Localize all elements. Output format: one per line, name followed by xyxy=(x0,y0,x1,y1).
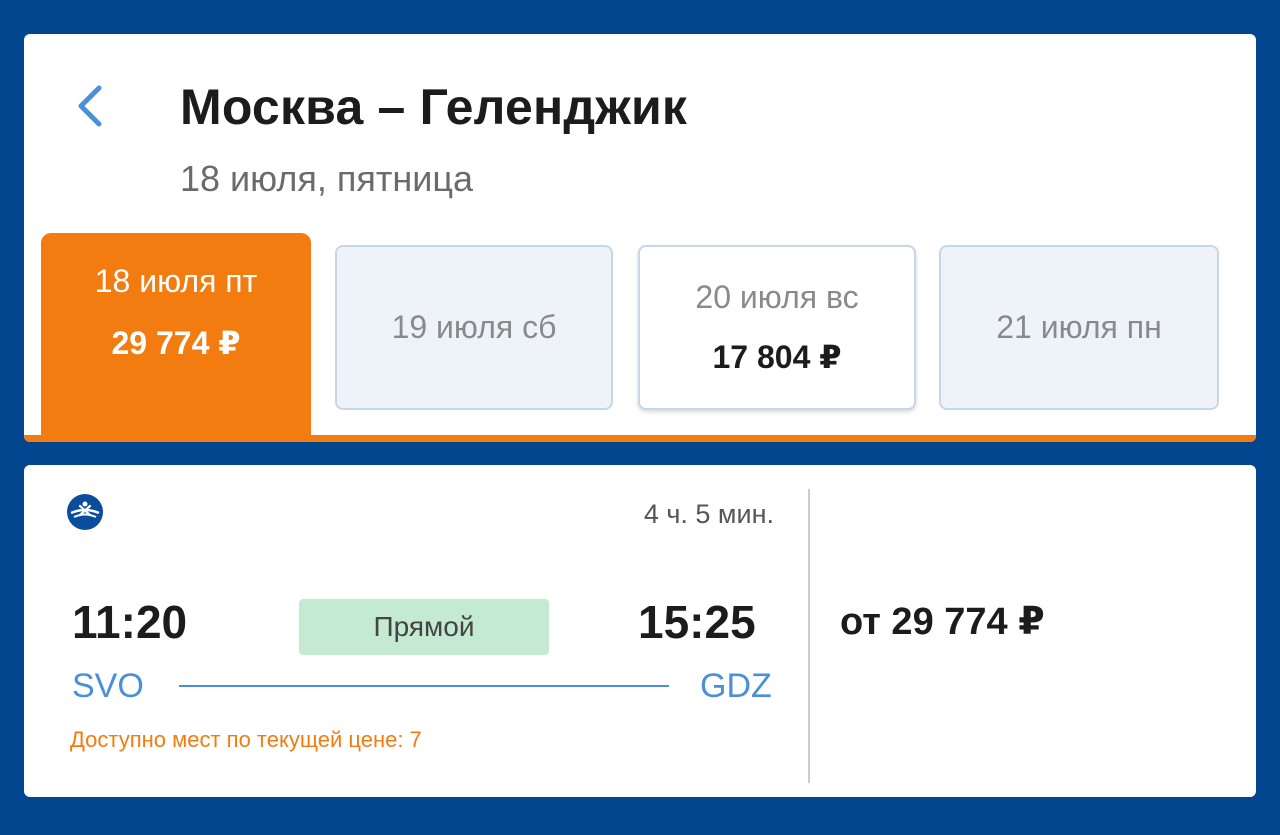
arrival-time: 15:25 xyxy=(638,596,756,648)
date-tab-21-july[interactable]: 21 июля пн xyxy=(939,245,1219,410)
selected-tab-underline xyxy=(24,435,1256,442)
card-divider xyxy=(808,489,810,783)
page-title: Москва – Геленджик xyxy=(180,79,688,135)
flight-card[interactable]: 4 ч. 5 мин. 11:20 Прямой 15:25 SVO GDZ Д… xyxy=(24,465,1256,797)
page-subtitle: 18 июля, пятница xyxy=(180,158,473,199)
departure-airport-code: SVO xyxy=(72,667,144,705)
date-tab-label: 18 июля пт xyxy=(94,263,258,299)
date-tab-price: 17 804 ₽ xyxy=(712,339,842,375)
chevron-left-icon xyxy=(78,85,102,127)
arrival-airport-code: GDZ xyxy=(700,667,772,705)
route-line xyxy=(179,685,669,687)
search-header-card: Москва – Геленджик 18 июля, пятница 18 и… xyxy=(24,34,1256,442)
flight-duration: 4 ч. 5 мин. xyxy=(643,499,774,529)
date-tab-price: 29 774 ₽ xyxy=(111,325,241,361)
direct-flight-badge: Прямой xyxy=(299,599,549,655)
date-tab-label: 21 июля пн xyxy=(996,309,1162,345)
aeroflot-logo-icon xyxy=(67,494,103,530)
seats-available-notice: Доступно мест по текущей цене: 7 xyxy=(70,727,422,752)
date-tab-19-july[interactable]: 19 июля сб xyxy=(335,245,613,410)
date-tab-label: 19 июля сб xyxy=(391,309,557,345)
departure-time: 11:20 xyxy=(72,596,188,648)
date-tab-18-july[interactable]: 18 июля пт 29 774 ₽ xyxy=(41,233,311,439)
back-button[interactable] xyxy=(68,84,112,128)
date-tab-20-july[interactable]: 20 июля вс 17 804 ₽ xyxy=(638,245,916,410)
flight-price[interactable]: от 29 774 ₽ xyxy=(840,599,1045,644)
date-tab-label: 20 июля вс xyxy=(695,279,859,315)
